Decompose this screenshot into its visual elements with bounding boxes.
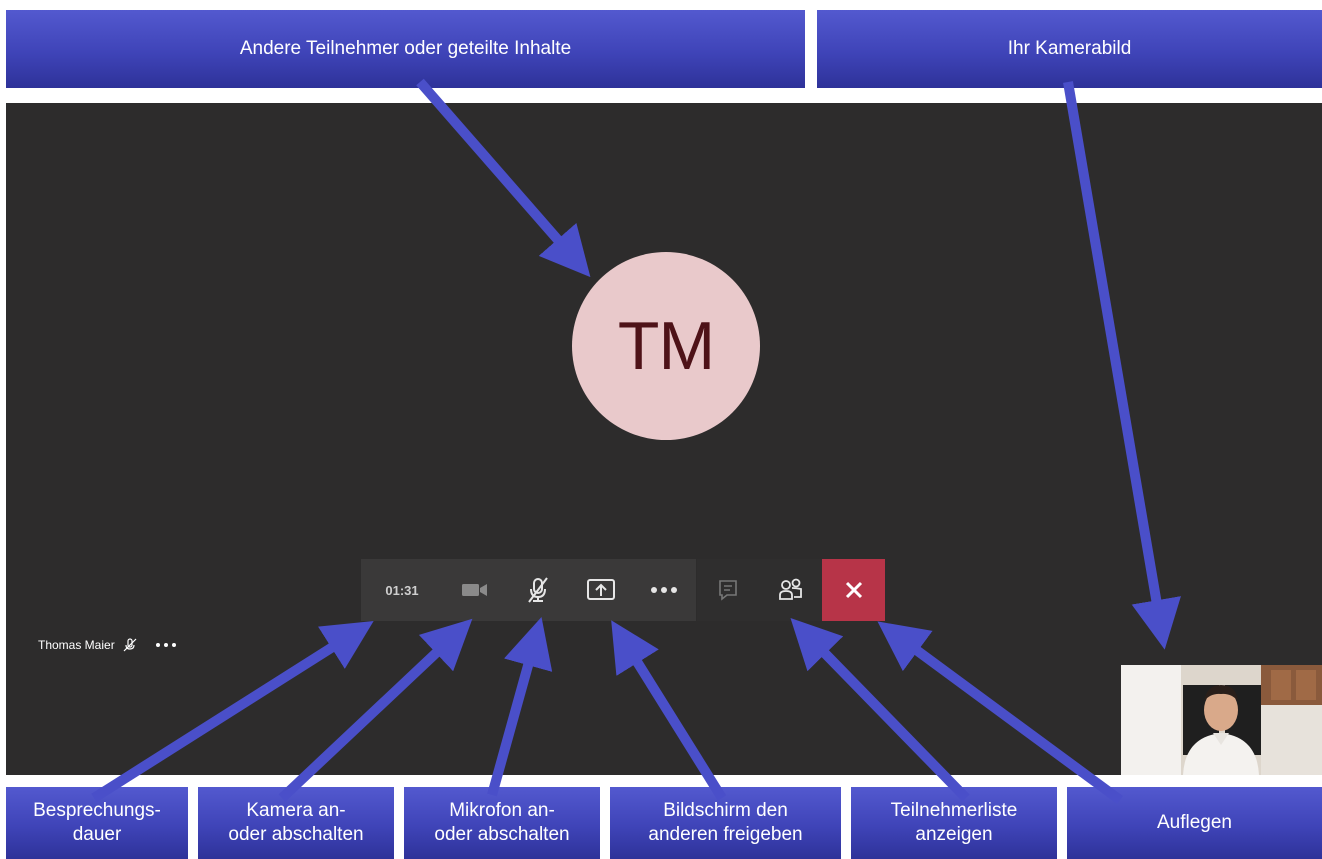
chat-button[interactable] [697, 559, 760, 621]
secondary-controls [697, 559, 822, 621]
participant-more-icon[interactable] [155, 642, 177, 648]
label-other-participants: Andere Teilnehmer oder geteilte Inhalte [6, 10, 805, 88]
share-screen-button[interactable] [569, 559, 632, 621]
participants-button[interactable] [760, 559, 823, 621]
camera-feed-image [1121, 665, 1322, 775]
self-camera-view [1121, 665, 1322, 775]
microphone-toggle-button[interactable] [506, 559, 569, 621]
participant-name-tag: Thomas Maier [38, 638, 177, 652]
label-share-screen: Bildschirm den anderen freigeben [610, 787, 841, 859]
meeting-timer: 01:31 [361, 559, 443, 621]
label-hang-up: Auflegen [1067, 787, 1322, 859]
share-screen-icon [586, 579, 615, 600]
microphone-muted-icon [527, 577, 548, 603]
participant-name: Thomas Maier [38, 638, 115, 652]
participants-icon [778, 578, 802, 600]
label-camera-toggle: Kamera an- oder abschalten [198, 787, 394, 859]
avatar-initials: TM [617, 308, 715, 384]
label-microphone-toggle: Mikrofon an- oder abschalten [404, 787, 600, 859]
chat-icon [719, 580, 738, 601]
label-participant-list: Teilnehmerliste anzeigen [851, 787, 1057, 859]
more-dots-icon [650, 587, 677, 593]
label-meeting-duration: Besprechungs- dauer [6, 787, 188, 859]
video-camera-icon [461, 584, 487, 596]
more-actions-button[interactable] [632, 559, 695, 621]
timer-text: 01:31 [385, 582, 419, 598]
label-camera-view: Ihr Kamerabild [817, 10, 1322, 88]
participant-avatar: TM [572, 252, 760, 440]
call-controls [443, 559, 696, 621]
close-x-icon [845, 581, 862, 599]
camera-toggle-button[interactable] [443, 559, 506, 621]
microphone-muted-small-icon [123, 638, 137, 652]
hang-up-button[interactable] [822, 559, 885, 621]
